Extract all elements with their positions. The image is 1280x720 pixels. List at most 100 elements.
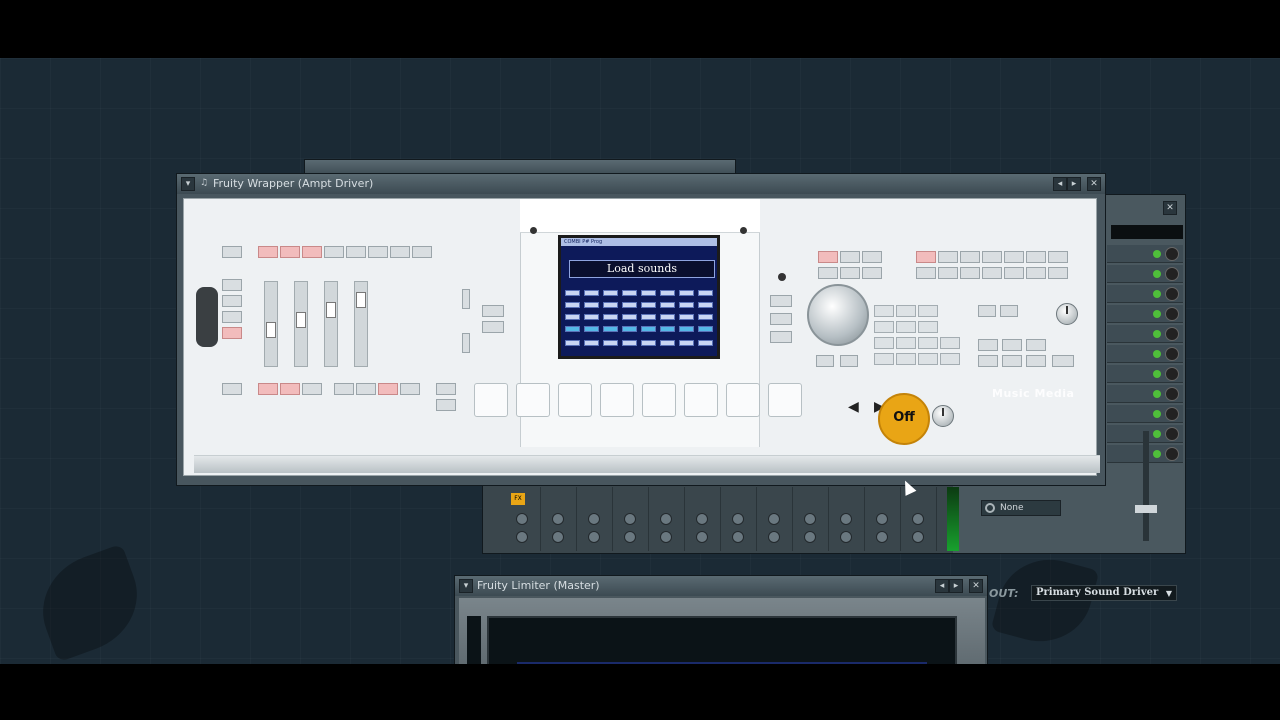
slot-mix-knob[interactable] bbox=[1165, 267, 1179, 281]
synth-button[interactable] bbox=[346, 246, 366, 258]
mixer-insert-strip[interactable] bbox=[757, 487, 793, 551]
mixer-insert-strip[interactable] bbox=[793, 487, 829, 551]
insert-knob[interactable] bbox=[732, 513, 744, 525]
lcd-cell[interactable] bbox=[660, 290, 675, 296]
synth-button[interactable] bbox=[324, 246, 344, 258]
slot-mix-knob[interactable] bbox=[1165, 387, 1179, 401]
fx-slot[interactable] bbox=[1107, 385, 1183, 403]
slider-cap[interactable] bbox=[326, 302, 336, 318]
synth-button[interactable] bbox=[840, 267, 860, 279]
numpad-key[interactable] bbox=[874, 321, 894, 333]
slot-led-icon[interactable] bbox=[1153, 330, 1161, 338]
mixer-insert-strip[interactable] bbox=[613, 487, 649, 551]
fx-slot[interactable] bbox=[1107, 405, 1183, 423]
lcd-cell[interactable] bbox=[698, 314, 713, 320]
slot-led-icon[interactable] bbox=[1153, 270, 1161, 278]
trigger-pad[interactable] bbox=[600, 383, 634, 417]
numpad-key[interactable] bbox=[874, 337, 894, 349]
lcd-cell[interactable] bbox=[641, 340, 656, 346]
fx-slot[interactable] bbox=[1107, 285, 1183, 303]
slider-cap[interactable] bbox=[266, 322, 276, 338]
mixer-insert-strip[interactable] bbox=[721, 487, 757, 551]
synth-button[interactable] bbox=[1026, 355, 1046, 367]
synth-button[interactable] bbox=[960, 267, 980, 279]
lcd-cell[interactable] bbox=[660, 314, 675, 320]
slot-mix-knob[interactable] bbox=[1165, 347, 1179, 361]
insert-knob[interactable] bbox=[876, 513, 888, 525]
insert-knob[interactable] bbox=[912, 513, 924, 525]
trigger-pad[interactable] bbox=[516, 383, 550, 417]
synth-button[interactable] bbox=[1048, 267, 1068, 279]
fx-slot[interactable] bbox=[1107, 265, 1183, 283]
trigger-pad[interactable] bbox=[642, 383, 676, 417]
synth-button[interactable] bbox=[978, 339, 998, 351]
trigger-pad[interactable] bbox=[474, 383, 508, 417]
arrow-right-icon[interactable]: ▸ bbox=[1067, 177, 1081, 191]
lcd-cell[interactable] bbox=[698, 340, 713, 346]
synth-slider[interactable] bbox=[264, 281, 278, 367]
synth-button[interactable] bbox=[1052, 355, 1074, 367]
insert-knob[interactable] bbox=[660, 513, 672, 525]
trigger-pad[interactable] bbox=[558, 383, 592, 417]
slot-mix-knob[interactable] bbox=[1165, 287, 1179, 301]
lcd-cell[interactable] bbox=[622, 302, 637, 308]
synth-button[interactable] bbox=[482, 305, 504, 317]
synth-button[interactable] bbox=[222, 246, 242, 258]
fx-slot[interactable] bbox=[1107, 345, 1183, 363]
fx-slot[interactable] bbox=[1107, 245, 1183, 263]
synth-button[interactable] bbox=[862, 267, 882, 279]
insert-knob[interactable] bbox=[768, 531, 780, 543]
lcd-cell[interactable] bbox=[584, 314, 599, 320]
mixer-insert-strip[interactable] bbox=[541, 487, 577, 551]
lcd-cell[interactable] bbox=[641, 302, 656, 308]
insert-knob[interactable] bbox=[876, 531, 888, 543]
numpad-key[interactable] bbox=[896, 321, 916, 333]
lcd-cell[interactable] bbox=[660, 340, 675, 346]
trigger-pad[interactable] bbox=[684, 383, 718, 417]
trigger-pad[interactable] bbox=[768, 383, 802, 417]
lcd-cell[interactable] bbox=[584, 326, 599, 332]
slot-mix-knob[interactable] bbox=[1165, 447, 1179, 461]
close-icon[interactable]: ✕ bbox=[969, 579, 983, 593]
arrow-right-icon[interactable]: ▸ bbox=[949, 579, 963, 593]
slot-led-icon[interactable] bbox=[1153, 410, 1161, 418]
lcd-cell[interactable] bbox=[603, 314, 618, 320]
power-knob-icon[interactable] bbox=[932, 405, 954, 427]
insert-knob[interactable] bbox=[516, 531, 528, 543]
plugin-wrapper-window[interactable]: Fruity Wrapper (Ampt Driver) ▾ ♫ ◂ ▸ ✕ C… bbox=[176, 173, 1106, 486]
arrow-left-icon[interactable]: ◀ bbox=[848, 399, 859, 415]
fx-slot[interactable] bbox=[1107, 325, 1183, 343]
lcd-cell[interactable] bbox=[660, 302, 675, 308]
slot-led-icon[interactable] bbox=[1153, 390, 1161, 398]
slot-led-icon[interactable] bbox=[1153, 430, 1161, 438]
synth-button[interactable] bbox=[916, 251, 936, 263]
synth-button[interactable] bbox=[302, 246, 322, 258]
lcd-cell[interactable] bbox=[641, 290, 656, 296]
lcd-screen[interactable]: COMBI P# Prog Load sounds bbox=[558, 235, 720, 359]
mixer-insert-strip[interactable] bbox=[649, 487, 685, 551]
slot-mix-knob[interactable] bbox=[1165, 327, 1179, 341]
synth-button[interactable] bbox=[436, 383, 456, 395]
synth-button[interactable] bbox=[222, 327, 242, 339]
fx-slot[interactable] bbox=[1107, 305, 1183, 323]
insert-knob[interactable] bbox=[840, 513, 852, 525]
lcd-cell[interactable] bbox=[679, 340, 694, 346]
synth-button[interactable] bbox=[280, 246, 300, 258]
insert-knob[interactable] bbox=[552, 531, 564, 543]
synth-button[interactable] bbox=[482, 321, 504, 333]
synth-button[interactable] bbox=[982, 267, 1002, 279]
synth-button[interactable] bbox=[770, 295, 792, 307]
insert-knob[interactable] bbox=[768, 513, 780, 525]
numpad-key[interactable] bbox=[918, 353, 938, 365]
insert-knob[interactable] bbox=[624, 531, 636, 543]
lcd-cell[interactable] bbox=[565, 314, 580, 320]
mixer-insert-strip[interactable] bbox=[829, 487, 865, 551]
lcd-cell[interactable] bbox=[641, 326, 656, 332]
power-off-button[interactable]: Off bbox=[878, 393, 930, 445]
mixer-track-name[interactable] bbox=[1111, 225, 1183, 239]
lcd-cell[interactable] bbox=[622, 314, 637, 320]
synth-button[interactable] bbox=[818, 251, 838, 263]
synth-button[interactable] bbox=[258, 383, 278, 395]
synth-button[interactable] bbox=[938, 267, 958, 279]
window-menu-icon[interactable]: ▾ bbox=[459, 579, 473, 593]
